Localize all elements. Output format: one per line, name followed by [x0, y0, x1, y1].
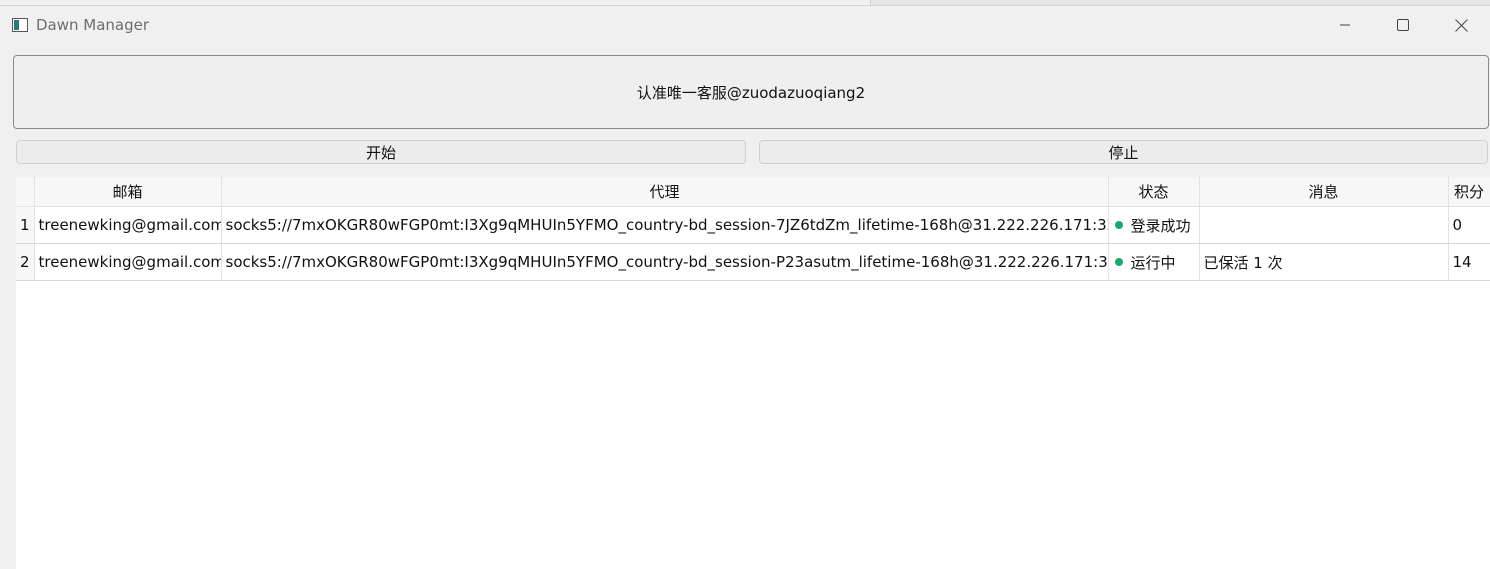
row-number[interactable]: 2: [16, 243, 35, 281]
app-icon: [12, 18, 28, 32]
stop-button-label: 停止: [1108, 143, 1139, 162]
start-button-label: 开始: [365, 143, 396, 162]
status-dot-icon: [1114, 258, 1123, 266]
accounts-table-view[interactable]: 邮箱 代理 状态 消息 积分 1 treenewking@gmail.com s…: [16, 177, 1490, 569]
cell-status[interactable]: 运行中: [1108, 243, 1200, 281]
cell-status[interactable]: 登录成功: [1108, 206, 1200, 244]
close-button[interactable]: [1432, 6, 1490, 44]
cell-proxy[interactable]: socks5://7mxOKGR80wFGP0mt:I3Xg9qMHUIn5YF…: [221, 243, 1109, 281]
cell-points[interactable]: 0: [1448, 206, 1490, 244]
table-header-row: 邮箱 代理 状态 消息 积分: [16, 177, 1490, 207]
status-dot-icon: [1114, 221, 1123, 229]
cell-status-text: 运行中: [1130, 253, 1176, 272]
table-corner-button[interactable]: [16, 177, 35, 207]
accounts-table: 邮箱 代理 状态 消息 积分 1 treenewking@gmail.com s…: [16, 177, 1490, 281]
stop-button[interactable]: 停止: [759, 140, 1488, 164]
cell-status-text: 登录成功: [1130, 216, 1191, 235]
window-title: Dawn Manager: [36, 16, 150, 34]
minimize-button[interactable]: [1316, 6, 1374, 44]
app-window: Dawn Manager 认准唯一客服@zuodazuoqiang2 开始 停止…: [0, 5, 1490, 569]
column-header-email[interactable]: 邮箱: [34, 177, 222, 207]
cell-email[interactable]: treenewking@gmail.com: [34, 206, 222, 244]
cell-message[interactable]: [1199, 206, 1449, 244]
column-header-status[interactable]: 状态: [1108, 177, 1200, 207]
cell-points[interactable]: 14: [1448, 243, 1490, 281]
minimize-icon: [1339, 19, 1351, 31]
support-banner-label: 认准唯一客服@zuodazuoqiang2: [636, 83, 866, 102]
maximize-icon: [1397, 19, 1409, 31]
start-button[interactable]: 开始: [16, 140, 746, 164]
column-header-proxy[interactable]: 代理: [221, 177, 1109, 207]
support-banner-button[interactable]: 认准唯一客服@zuodazuoqiang2: [13, 55, 1489, 129]
cell-email[interactable]: treenewking@gmail.com: [34, 243, 222, 281]
table-row[interactable]: 1 treenewking@gmail.com socks5://7mxOKGR…: [16, 206, 1490, 244]
close-icon: [1454, 18, 1468, 32]
window-controls: [1316, 6, 1490, 44]
title-bar[interactable]: Dawn Manager: [0, 6, 1490, 44]
cell-message[interactable]: 已保活 1 次: [1199, 243, 1449, 281]
row-number[interactable]: 1: [16, 206, 35, 244]
column-header-points[interactable]: 积分: [1448, 177, 1490, 207]
table-row[interactable]: 2 treenewking@gmail.com socks5://7mxOKGR…: [16, 243, 1490, 281]
cell-proxy[interactable]: socks5://7mxOKGR80wFGP0mt:I3Xg9qMHUIn5YF…: [221, 206, 1109, 244]
maximize-button[interactable]: [1374, 6, 1432, 44]
column-header-message[interactable]: 消息: [1199, 177, 1449, 207]
